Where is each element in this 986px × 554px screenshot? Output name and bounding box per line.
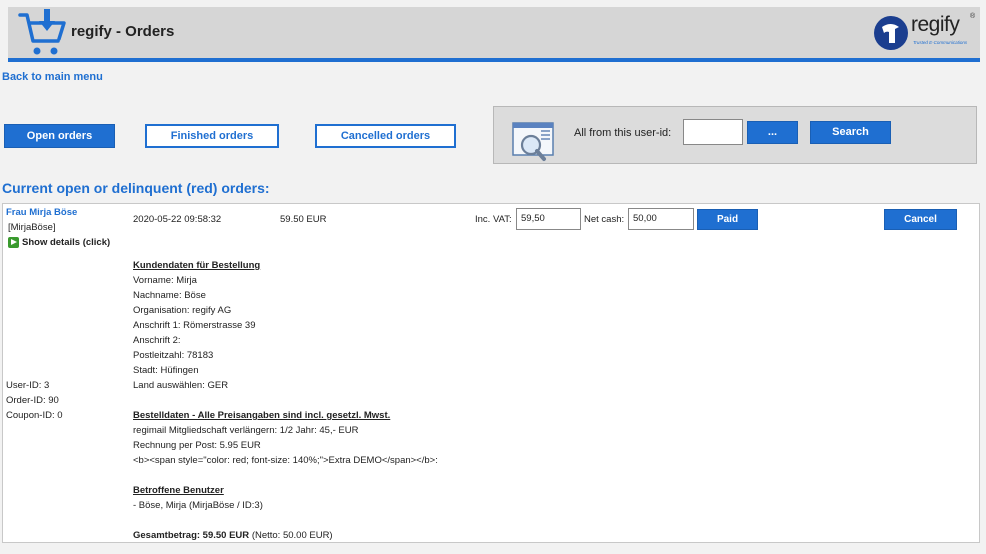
user-id: User-ID: 3 [6,380,50,391]
order-line: Rechnung per Post: 5.95 EUR [133,440,261,451]
regify-logo-icon [874,16,908,50]
customer-line: Anschrift 1: Römerstrasse 39 [133,320,256,331]
total-net: (Netto: 50.00 EUR) [251,530,333,541]
affected-user-line: - Böse, Mirja (MirjaBöse / ID:3) [133,500,263,511]
customer-data-heading: Kundendaten für Bestellung [133,260,261,271]
customer-line: Stadt: Hüfingen [133,365,199,376]
logo-text: regify [911,13,960,36]
affected-users-heading: Betroffene Benutzer [133,485,224,496]
magnifier-window-icon [512,122,554,161]
open-orders-button[interactable]: Open orders [4,124,115,148]
search-button[interactable]: Search [810,121,891,144]
order-date: 2020-05-22 09:58:32 [133,214,222,225]
inc-vat-input[interactable]: 59,50 [516,208,581,230]
logo-registered: ® [970,13,976,20]
app-header: regify - Orders regify ® Trusted E-Commu… [8,7,980,58]
customer-line: Organisation: regify AG [133,305,232,316]
regify-logo: regify ® Trusted E-Communications [873,13,977,53]
cart-download-icon [18,9,66,55]
inc-vat-label: Inc. VAT: [475,214,512,225]
customer-line: Vorname: Mirja [133,275,197,286]
browse-users-button[interactable]: ... [747,121,798,144]
order-data-heading: Bestelldaten - Alle Preisangaben sind in… [133,410,391,421]
cancel-order-button[interactable]: Cancel [884,209,957,230]
finished-orders-button[interactable]: Finished orders [145,124,279,148]
customer-line: Nachname: Böse [133,290,206,301]
section-title: Current open or delinquent (red) orders: [2,180,270,196]
customer-username: [MirjaBöse] [8,222,56,233]
user-id-input[interactable] [683,119,743,145]
customer-line: Land auswählen: GER [133,380,229,391]
order-line: <b><span style="color: red; font-size: 1… [133,455,438,466]
search-label: All from this user-id: [574,127,672,139]
logo-tagline: Trusted E-Communications [913,40,968,45]
show-details-link[interactable]: Show details (click) [22,237,110,248]
net-cash-label: Net cash: [584,214,625,225]
cancelled-orders-button[interactable]: Cancelled orders [315,124,456,148]
customer-line: Postleitzahl: 78183 [133,350,214,361]
header-accent-bar [8,58,980,62]
order-entry: Frau Mirja Böse [MirjaBöse] Show details… [2,203,980,543]
order-amount: 59.50 EUR [280,214,327,225]
order-id: Order-ID: 90 [6,395,59,406]
back-to-main-menu-link[interactable]: Back to main menu [2,71,103,83]
paid-button[interactable]: Paid [697,209,758,230]
page-title: regify - Orders [71,23,175,40]
order-line: regimail Mitgliedschaft verlängern: 1/2 … [133,425,359,436]
order-total: Gesamtbetrag: 59.50 EUR (Netto: 50.00 EU… [133,530,333,541]
total-amount: Gesamtbetrag: 59.50 EUR [133,530,250,541]
user-search-panel: All from this user-id: ... Search [493,106,977,164]
customer-name: Frau Mirja Böse [6,207,78,218]
play-icon[interactable] [8,237,19,248]
net-cash-input[interactable]: 50,00 [628,208,694,230]
customer-line: Anschrift 2: [133,335,181,346]
coupon-id: Coupon-ID: 0 [6,410,63,421]
